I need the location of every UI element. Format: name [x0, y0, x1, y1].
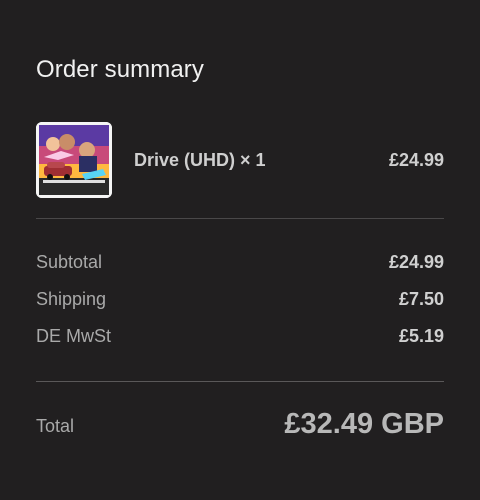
total-row: Total £32.49 GBP: [36, 408, 444, 448]
shipping-value: £7.50: [398, 289, 444, 309]
tax-value: £5.19: [398, 326, 444, 346]
subtotal-value: £24.99: [388, 252, 444, 272]
divider-bottom: [36, 381, 444, 382]
order-summary-panel: Order summary Drive (UHD) × 1 £24.99 Sub…: [36, 0, 444, 500]
subtotal-label: Subtotal: [36, 252, 103, 272]
order-item-row: Drive (UHD) × 1 £24.99: [36, 122, 444, 198]
page-title: Order summary: [36, 56, 204, 83]
divider-top: [36, 218, 444, 219]
total-label: Total: [36, 416, 75, 436]
movie-cover-thumbnail: [36, 122, 112, 198]
item-name: Drive (UHD) × 1: [134, 150, 266, 170]
item-price: £24.99: [388, 150, 444, 170]
subtotal-row: Subtotal £24.99: [36, 252, 444, 278]
total-value: £32.49 GBP: [284, 408, 444, 440]
tax-row: DE MwSt £5.19: [36, 326, 444, 352]
tax-label: DE MwSt: [36, 326, 112, 346]
shipping-label: Shipping: [36, 289, 107, 309]
shipping-row: Shipping £7.50: [36, 289, 444, 315]
